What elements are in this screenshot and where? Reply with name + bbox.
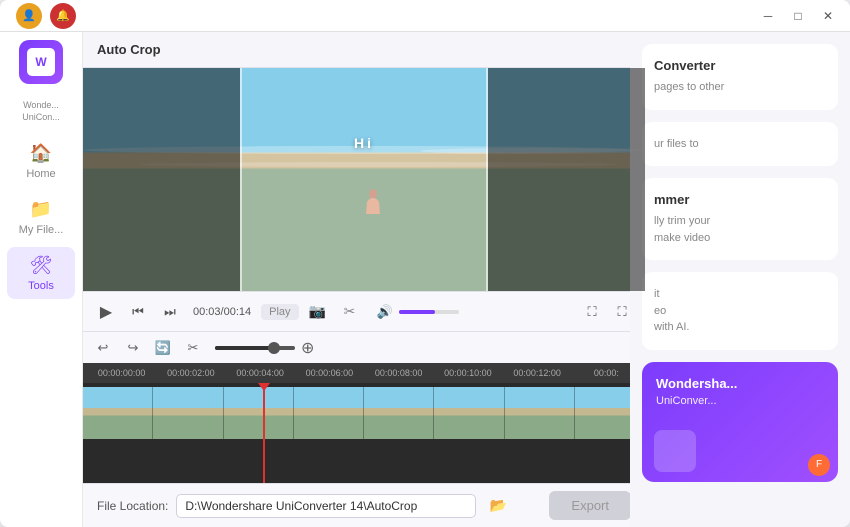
timeline-strip: [83, 387, 645, 439]
snapshot-button[interactable]: 📷: [305, 299, 331, 325]
sidebar-item-home-label: Home: [26, 168, 55, 180]
bg-section-trimmer: mmer lly trim your make video: [642, 178, 838, 260]
home-icon: 🏠: [30, 143, 52, 164]
bg-trimmer-text2: make video: [654, 230, 826, 247]
timeline-zoom-slider[interactable]: [215, 346, 295, 350]
time-tick-6: 00:00:12:00: [503, 368, 572, 378]
video-text-overlay: Hi: [83, 135, 645, 151]
cut-button[interactable]: ✂: [181, 336, 205, 360]
time-tick-3: 00:00:06:00: [295, 368, 364, 378]
sidebar: W Wonde... UniCon... 🏠 Home 📁 My File...…: [0, 32, 83, 527]
bg-converter-text: pages to other: [654, 79, 826, 96]
files-icon: 📁: [30, 199, 52, 220]
time-tick-5: 00:00:10:00: [433, 368, 502, 378]
minimize-button[interactable]: ─: [754, 5, 782, 27]
bg-section-files: ur files to: [642, 122, 838, 167]
crop-line-left: [240, 68, 242, 291]
video-display: Hi: [83, 68, 645, 291]
bg-panel: Converter pages to other ur files to mme…: [630, 32, 850, 527]
promo-icon: [654, 430, 696, 472]
profile-icon[interactable]: 👤: [16, 3, 42, 29]
promo-subtitle: UniConver...: [656, 395, 824, 407]
export-button[interactable]: Export: [549, 491, 631, 520]
prev-frame-button[interactable]: ⏮: [125, 299, 151, 325]
timeline-area: 00:00:00:00 00:00:02:00 00:00:04:00 00:0…: [83, 363, 645, 483]
bg-trimmer-title: mmer: [654, 192, 826, 207]
bg-section-ai: it eo with AI.: [642, 272, 838, 350]
timeline-playhead[interactable]: [263, 383, 265, 483]
app-name: Wonde... UniCon...: [22, 100, 60, 123]
main-layout: W Wonde... UniCon... 🏠 Home 📁 My File...…: [0, 32, 850, 527]
refresh-button[interactable]: 🔄: [151, 336, 175, 360]
timeline-thumb-5: [434, 387, 504, 439]
timeline-thumb-2: [224, 387, 294, 439]
play-button[interactable]: ▶: [93, 299, 119, 325]
volume-slider[interactable]: [399, 310, 459, 314]
sidebar-item-files-label: My File...: [19, 224, 64, 236]
bg-files-text: ur files to: [654, 136, 826, 153]
modal-title: Auto Crop: [97, 42, 161, 57]
footer-bar: File Location: D:\Wondershare UniConvert…: [83, 483, 645, 527]
next-frame-button[interactable]: ⏭: [157, 299, 183, 325]
time-display: 00:03/00:14: [193, 306, 251, 318]
sidebar-item-tools-label: Tools: [28, 280, 54, 292]
zoom-handle[interactable]: [268, 342, 280, 354]
browse-folder-button[interactable]: 📂: [484, 492, 512, 520]
timeline-toolbar: ↩ ↪ 🔄 ✂ ⊕: [83, 331, 645, 363]
logo-inner: W: [27, 48, 55, 76]
app-logo: W: [19, 40, 63, 84]
bg-section-converter: Converter pages to other: [642, 44, 838, 110]
promo-title: Wondersha...: [656, 376, 824, 391]
time-tick-0: 00:00:00:00: [87, 368, 156, 378]
time-tick-1: 00:00:02:00: [156, 368, 225, 378]
timeline-thumb-0: [83, 387, 153, 439]
sidebar-item-my-files[interactable]: 📁 My File...: [7, 191, 75, 243]
close-button[interactable]: ✕: [814, 5, 842, 27]
timeline-zoom-fill: [215, 346, 271, 350]
sidebar-item-home[interactable]: 🏠 Home: [7, 135, 75, 187]
play-label: Play: [261, 304, 298, 320]
sidebar-item-tools[interactable]: 🛠 Tools: [7, 247, 75, 299]
timeline-track[interactable]: [83, 383, 645, 483]
time-tick-4: 00:00:08:00: [364, 368, 433, 378]
time-ruler: 00:00:00:00 00:00:02:00 00:00:04:00 00:0…: [83, 363, 645, 383]
time-tick-2: 00:00:04:00: [226, 368, 295, 378]
title-bar: 👤 🔔 ─ □ ✕: [0, 0, 850, 32]
timeline-thumb-4: [364, 387, 434, 439]
bg-converter-title: Converter: [654, 58, 826, 73]
volume-icon: 🔊: [377, 304, 393, 320]
zoom-add-button[interactable]: ⊕: [301, 338, 314, 358]
fullscreen-btns: ⛶ ⛶: [579, 299, 635, 325]
person-silhouette: [364, 188, 382, 220]
file-location-label: File Location:: [97, 499, 168, 513]
bg-trimmer-text1: lly trim your: [654, 213, 826, 230]
notification-icon[interactable]: 🔔: [50, 3, 76, 29]
bg-ai-text2: eo: [654, 303, 826, 320]
crop-line-right: [486, 68, 488, 291]
app-window: 👤 🔔 ─ □ ✕ W Wonde... UniCon... 🏠 Home: [0, 0, 850, 527]
maximize-button[interactable]: □: [784, 5, 812, 27]
content-area: Converter pages to other ur files to mme…: [83, 32, 850, 527]
video-controls: ▶ ⏮ ⏭ 00:03/00:14 Play 📷 ✂ 🔊: [83, 291, 645, 331]
fit-screen-button[interactable]: ⛶: [579, 299, 605, 325]
promo-card: Wondersha... UniConver... F: [642, 362, 838, 482]
timeline-thumb-1: [153, 387, 223, 439]
crop-button[interactable]: ✂: [337, 299, 363, 325]
timeline-thumb-3: [294, 387, 364, 439]
title-bar-controls: ─ □ ✕: [754, 5, 842, 27]
bg-ai-text3: with AI.: [654, 319, 826, 336]
volume-fill: [399, 310, 435, 314]
title-bar-icons: 👤 🔔: [16, 3, 76, 29]
redo-button[interactable]: ↪: [121, 336, 145, 360]
promo-badge: F: [808, 454, 830, 476]
file-path-display[interactable]: D:\Wondershare UniConverter 14\AutoCrop: [176, 494, 476, 518]
video-area: Hi ▶ ⏮ ⏭ 00:03/00:14: [83, 68, 645, 527]
bg-ai-text1: it: [654, 286, 826, 303]
tools-icon: 🛠: [30, 255, 53, 276]
crop-overlay-right: [488, 68, 645, 291]
crop-overlay-left: [83, 68, 240, 291]
undo-button[interactable]: ↩: [91, 336, 115, 360]
timeline-thumb-6: [505, 387, 575, 439]
